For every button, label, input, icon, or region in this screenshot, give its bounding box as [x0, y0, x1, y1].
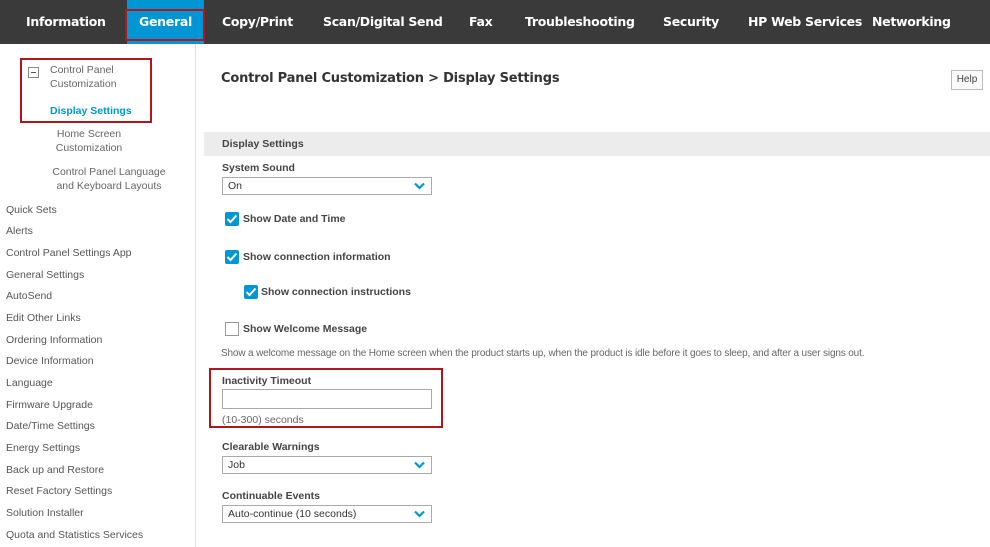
system-sound-select[interactable]: On: [222, 177, 432, 195]
chevron-down-icon: [414, 510, 425, 518]
sidebar-item-quick-sets[interactable]: Quick Sets: [6, 204, 57, 217]
sidebar: Control Panel Customization Display Sett…: [0, 44, 196, 547]
tab-troubleshooting[interactable]: Troubleshooting: [525, 0, 635, 44]
section-header-bar: [204, 132, 990, 156]
show-welcome-message-checkbox[interactable]: [225, 322, 239, 336]
tab-scan-digital-send[interactable]: Scan/Digital Send: [323, 0, 443, 44]
inactivity-timeout-input[interactable]: [222, 389, 432, 409]
continuable-events-select[interactable]: Auto-continue (10 seconds): [222, 505, 432, 523]
help-button[interactable]: Help: [951, 70, 983, 90]
sidebar-item-general-settings[interactable]: General Settings: [6, 269, 84, 282]
continuable-events-label: Continuable Events: [222, 490, 321, 502]
sidebar-item-date-time-settings[interactable]: Date/Time Settings: [6, 420, 95, 433]
sidebar-item-back-up-and-restore[interactable]: Back up and Restore: [6, 464, 104, 477]
sidebar-item-home-screen-line1[interactable]: Home Screen: [44, 128, 134, 141]
top-navigation: Information General Copy/Print Scan/Digi…: [0, 0, 990, 44]
tab-information[interactable]: Information: [26, 0, 106, 44]
sidebar-item-firmware-upgrade[interactable]: Firmware Upgrade: [6, 399, 93, 412]
show-connection-info-label: Show connection information: [243, 251, 391, 263]
sidebar-group-label-line1[interactable]: Control Panel: [50, 64, 114, 77]
sidebar-item-display-settings[interactable]: Display Settings: [50, 105, 132, 118]
sidebar-item-language-line2[interactable]: and Keyboard Layouts: [44, 180, 174, 193]
tab-fax[interactable]: Fax: [469, 0, 493, 44]
sidebar-item-home-screen-line2[interactable]: Customization: [44, 142, 134, 155]
continuable-events-value: Auto-continue (10 seconds): [228, 508, 357, 520]
system-sound-label: System Sound: [222, 162, 295, 174]
inactivity-timeout-label: Inactivity Timeout: [222, 375, 312, 387]
section-title: Display Settings: [222, 138, 304, 150]
sidebar-item-ordering-information[interactable]: Ordering Information: [6, 334, 102, 347]
tab-hp-web-services[interactable]: HP Web Services: [748, 0, 862, 44]
show-connection-instructions-label: Show connection instructions: [261, 286, 411, 298]
inactivity-timeout-hint: (10-300) seconds: [222, 414, 304, 426]
show-connection-instructions-checkbox[interactable]: [244, 285, 258, 299]
sidebar-item-language[interactable]: Language: [6, 377, 53, 390]
sidebar-item-device-information[interactable]: Device Information: [6, 355, 94, 368]
sidebar-item-control-panel-settings-app[interactable]: Control Panel Settings App: [6, 247, 132, 260]
show-welcome-message-label: Show Welcome Message: [243, 323, 368, 335]
sidebar-item-language-line1[interactable]: Control Panel Language: [44, 166, 174, 179]
chevron-down-icon: [414, 182, 425, 190]
show-date-time-label: Show Date and Time: [243, 213, 346, 225]
checkmark-icon: [245, 287, 257, 297]
page-title: Control Panel Customization > Display Se…: [221, 71, 560, 86]
sidebar-group-label-line2[interactable]: Customization: [50, 78, 117, 91]
clearable-warnings-select[interactable]: Job: [222, 456, 432, 474]
checkmark-icon: [226, 252, 238, 262]
welcome-message-description: Show a welcome message on the Home scree…: [221, 348, 865, 359]
sidebar-item-alerts[interactable]: Alerts: [6, 225, 33, 238]
tab-general[interactable]: General: [127, 0, 204, 44]
sidebar-item-quota-and-statistics-services[interactable]: Quota and Statistics Services: [6, 529, 143, 542]
clearable-warnings-label: Clearable Warnings: [222, 441, 320, 453]
sidebar-item-solution-installer[interactable]: Solution Installer: [6, 507, 84, 520]
sidebar-item-autosend[interactable]: AutoSend: [6, 290, 52, 303]
sidebar-item-reset-factory-settings[interactable]: Reset Factory Settings: [6, 485, 112, 498]
checkmark-icon: [226, 214, 238, 224]
sidebar-item-edit-other-links[interactable]: Edit Other Links: [6, 312, 81, 325]
chevron-down-icon: [414, 461, 425, 469]
sidebar-item-energy-settings[interactable]: Energy Settings: [6, 442, 80, 455]
tab-security[interactable]: Security: [663, 0, 719, 44]
system-sound-value: On: [228, 180, 243, 192]
show-date-time-checkbox[interactable]: [225, 212, 239, 226]
tab-networking[interactable]: Networking: [872, 0, 951, 44]
collapse-minus-icon[interactable]: [28, 67, 39, 78]
clearable-warnings-value: Job: [228, 459, 245, 471]
tab-copy-print[interactable]: Copy/Print: [222, 0, 293, 44]
show-connection-info-checkbox[interactable]: [225, 250, 239, 264]
